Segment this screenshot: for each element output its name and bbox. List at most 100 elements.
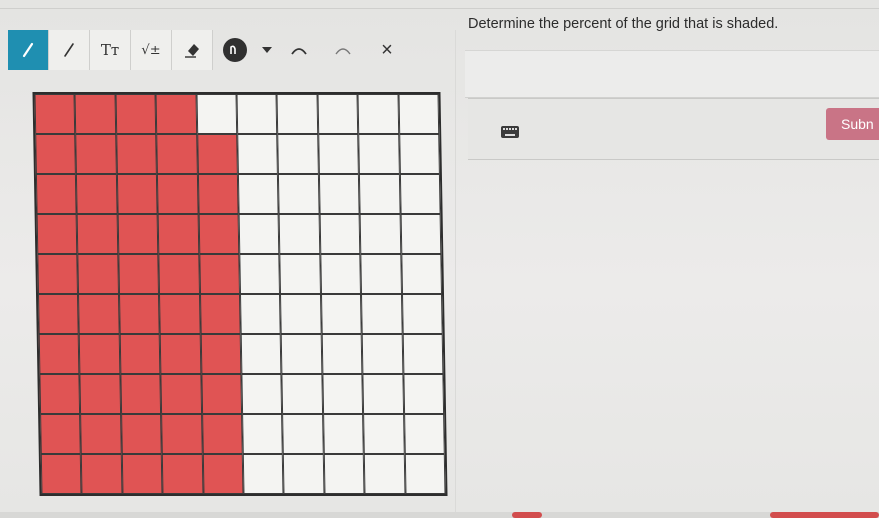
pen-color-dropdown[interactable] xyxy=(257,30,277,70)
grid-cell-shaded[interactable] xyxy=(40,454,82,494)
grid-cell-shaded[interactable] xyxy=(118,254,160,294)
grid-cell-empty[interactable] xyxy=(363,454,406,494)
grid-cell-shaded[interactable] xyxy=(35,134,77,174)
grid-cell-shaded[interactable] xyxy=(115,94,157,134)
grid-cell-empty[interactable] xyxy=(402,334,444,374)
submit-button[interactable]: Subn xyxy=(826,108,879,140)
grid-cell-shaded[interactable] xyxy=(35,174,77,214)
grid-cell-shaded[interactable] xyxy=(76,174,118,214)
grid-cell-shaded[interactable] xyxy=(118,294,160,334)
grid-cell-shaded[interactable] xyxy=(197,174,239,214)
grid-cell-shaded[interactable] xyxy=(37,254,79,294)
grid-cell-shaded[interactable] xyxy=(156,134,198,174)
grid-cell-shaded[interactable] xyxy=(75,134,117,174)
redo-button[interactable] xyxy=(321,30,365,70)
grid-cell-empty[interactable] xyxy=(320,294,362,334)
grid-cell-empty[interactable] xyxy=(362,374,404,414)
grid-cell-shaded[interactable] xyxy=(79,334,121,374)
grid-cell-empty[interactable] xyxy=(361,334,403,374)
grid-cell-shaded[interactable] xyxy=(198,214,240,254)
grid-cell-empty[interactable] xyxy=(321,334,363,374)
grid-cell-shaded[interactable] xyxy=(155,94,197,134)
grid-cell-empty[interactable] xyxy=(236,94,278,134)
undo-button[interactable] xyxy=(277,30,321,70)
answer-input[interactable] xyxy=(468,98,879,160)
grid-cell-shaded[interactable] xyxy=(38,334,80,374)
grid-cell-empty[interactable] xyxy=(239,254,281,294)
grid-cell-empty[interactable] xyxy=(363,414,405,454)
grid-cell-shaded[interactable] xyxy=(77,254,119,294)
grid-cell-shaded[interactable] xyxy=(119,334,161,374)
grid-cell-shaded[interactable] xyxy=(201,414,243,454)
grid-cell-empty[interactable] xyxy=(242,414,284,454)
grid-cell-shaded[interactable] xyxy=(36,214,78,254)
grid-cell-shaded[interactable] xyxy=(79,374,121,414)
grid-cell-empty[interactable] xyxy=(359,174,401,214)
grid-cell-shaded[interactable] xyxy=(159,334,201,374)
grid-cell-empty[interactable] xyxy=(281,374,323,414)
text-tool-button[interactable]: Tт xyxy=(90,30,131,70)
eraser-tool-button[interactable] xyxy=(172,30,213,70)
grid-cell-empty[interactable] xyxy=(237,174,279,214)
grid-cell-empty[interactable] xyxy=(240,334,282,374)
grid-cell-empty[interactable] xyxy=(240,294,282,334)
grid-cell-empty[interactable] xyxy=(196,94,238,134)
grid-cell-shaded[interactable] xyxy=(39,374,81,414)
grid-cell-shaded[interactable] xyxy=(78,294,120,334)
grid-cell-shaded[interactable] xyxy=(198,254,240,294)
grid-cell-empty[interactable] xyxy=(283,454,325,494)
grid-cell-empty[interactable] xyxy=(241,374,283,414)
grid-cell-shaded[interactable] xyxy=(161,414,203,454)
keyboard-button[interactable] xyxy=(500,125,520,139)
grid-cell-shaded[interactable] xyxy=(200,374,243,414)
grid-cell-shaded[interactable] xyxy=(199,294,241,334)
grid-cell-empty[interactable] xyxy=(238,214,280,254)
grid-cell-empty[interactable] xyxy=(317,94,359,134)
grid-cell-shaded[interactable] xyxy=(74,94,117,134)
grid-cell-empty[interactable] xyxy=(278,214,321,254)
grid-cell-empty[interactable] xyxy=(278,174,320,214)
grid-cell-empty[interactable] xyxy=(319,214,361,254)
grid-cell-shaded[interactable] xyxy=(120,374,162,414)
grid-cell-empty[interactable] xyxy=(237,134,279,174)
grid-cell-empty[interactable] xyxy=(242,454,284,494)
grid-cell-empty[interactable] xyxy=(398,134,440,174)
grid-cell-shaded[interactable] xyxy=(157,174,199,214)
grid-cell-empty[interactable] xyxy=(318,174,360,214)
grid-cell-empty[interactable] xyxy=(322,414,364,454)
grid-cell-shaded[interactable] xyxy=(157,214,199,254)
line-tool-button[interactable] xyxy=(49,30,90,70)
grid-cell-empty[interactable] xyxy=(359,214,401,254)
grid-cell-empty[interactable] xyxy=(361,294,403,334)
grid-cell-shaded[interactable] xyxy=(121,454,163,494)
grid-cell-empty[interactable] xyxy=(402,374,445,414)
grid-cell-empty[interactable] xyxy=(281,334,323,374)
grid-cell-shaded[interactable] xyxy=(34,94,76,134)
clear-button[interactable]: × xyxy=(365,30,409,70)
grid-cell-empty[interactable] xyxy=(323,454,365,494)
grid-cell-empty[interactable] xyxy=(360,254,402,294)
grid-cell-empty[interactable] xyxy=(276,94,319,134)
pen-color-button[interactable] xyxy=(213,30,257,70)
grid-cell-empty[interactable] xyxy=(401,294,443,334)
grid-cell-shaded[interactable] xyxy=(38,294,80,334)
grid-cell-shaded[interactable] xyxy=(161,454,204,494)
grid-cell-empty[interactable] xyxy=(403,414,445,454)
grid-cell-shaded[interactable] xyxy=(81,454,123,494)
grid-cell-empty[interactable] xyxy=(320,254,362,294)
grid-cell-shaded[interactable] xyxy=(160,374,202,414)
grid-cell-shaded[interactable] xyxy=(200,334,242,374)
pencil-tool-button[interactable] xyxy=(8,30,49,70)
grid-cell-shaded[interactable] xyxy=(116,174,158,214)
grid-cell-shaded[interactable] xyxy=(116,134,158,174)
grid-cell-empty[interactable] xyxy=(318,134,360,174)
grid-cell-empty[interactable] xyxy=(279,254,321,294)
grid-cell-shaded[interactable] xyxy=(80,414,122,454)
grid-cell-empty[interactable] xyxy=(398,94,440,134)
grid-cell-shaded[interactable] xyxy=(120,414,162,454)
grid-cell-empty[interactable] xyxy=(400,254,442,294)
grid-cell-empty[interactable] xyxy=(322,374,364,414)
grid-cell-empty[interactable] xyxy=(399,174,441,214)
grid-cell-shaded[interactable] xyxy=(76,214,119,254)
grid-cell-empty[interactable] xyxy=(357,94,399,134)
